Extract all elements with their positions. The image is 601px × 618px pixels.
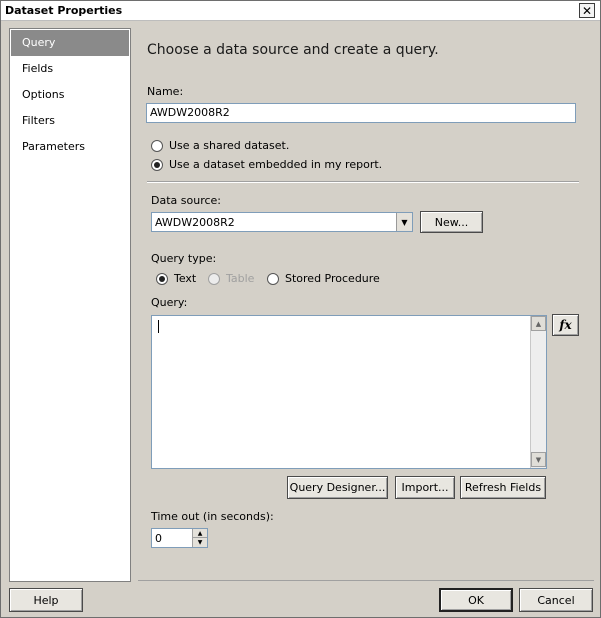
sidebar-item-filters[interactable]: Filters [11,108,129,134]
shared-dataset-radio[interactable] [151,139,163,152]
query-type-table-radio [208,272,220,285]
chevron-down-icon[interactable]: ▼ [396,213,412,231]
dataset-properties-dialog: Dataset Properties ✕ Query Fields Option… [0,0,601,618]
embedded-dataset-radio[interactable] [151,158,163,171]
query-type-table-label: Table [226,272,255,285]
query-type-text-radio[interactable] [156,272,168,285]
query-designer-button[interactable]: Query Designer... [287,476,388,499]
close-icon: ✕ [581,3,593,18]
import-button[interactable]: Import... [395,476,455,499]
query-type-table-option: Table [208,272,254,285]
sidebar-item-query[interactable]: Query [11,30,129,56]
help-button[interactable]: Help [9,588,83,612]
expression-button[interactable]: fx [552,314,579,336]
sidebar-item-options[interactable]: Options [11,82,129,108]
spin-up-icon[interactable]: ▲ [193,529,207,538]
query-type-text-option[interactable]: Text [156,272,196,285]
scroll-down-icon[interactable]: ▼ [531,452,546,467]
name-input[interactable]: AWDW2008R2 [146,103,576,123]
data-source-value: AWDW2008R2 [155,216,235,229]
timeout-spin-buttons: ▲ ▼ [192,529,207,547]
query-type-stored-procedure-radio[interactable] [267,272,279,285]
close-button[interactable]: ✕ [579,3,595,18]
embedded-dataset-label: Use a dataset embedded in my report. [169,158,383,171]
refresh-fields-button[interactable]: Refresh Fields [460,476,546,499]
query-type-stored-procedure-option[interactable]: Stored Procedure [267,272,380,285]
sidebar: Query Fields Options Filters Parameters [9,28,131,582]
query-label: Query: [151,296,188,309]
query-type-stored-procedure-label: Stored Procedure [285,272,380,285]
query-scrollbar[interactable]: ▲ ▼ [530,316,546,468]
timeout-label: Time out (in seconds): [151,510,274,523]
section-divider [147,181,579,183]
window-title: Dataset Properties [5,4,123,17]
sidebar-item-parameters[interactable]: Parameters [11,134,129,160]
data-source-dropdown[interactable]: AWDW2008R2 ▼ [151,212,413,232]
shared-dataset-label: Use a shared dataset. [169,139,290,152]
title-bar: Dataset Properties ✕ [1,1,600,21]
data-source-label: Data source: [151,194,221,207]
shared-dataset-option[interactable]: Use a shared dataset. [151,139,289,152]
fx-icon: fx [559,318,572,332]
sidebar-item-fields[interactable]: Fields [11,56,129,82]
footer-divider [138,580,594,581]
query-type-text-label: Text [174,272,197,285]
spin-down-icon[interactable]: ▼ [193,538,207,547]
embedded-dataset-option[interactable]: Use a dataset embedded in my report. [151,158,382,171]
new-data-source-button[interactable]: New... [420,211,483,233]
query-type-label: Query type: [151,252,217,265]
timeout-stepper[interactable]: 0 ▲ ▼ [151,528,208,548]
query-textarea[interactable]: ▲ ▼ [151,315,547,469]
text-caret [158,320,159,333]
timeout-value: 0 [155,532,162,545]
name-label: Name: [147,85,184,98]
ok-button[interactable]: OK [439,588,513,612]
page-heading: Choose a data source and create a query. [147,42,439,58]
cancel-button[interactable]: Cancel [519,588,593,612]
scroll-up-icon[interactable]: ▲ [531,316,546,331]
